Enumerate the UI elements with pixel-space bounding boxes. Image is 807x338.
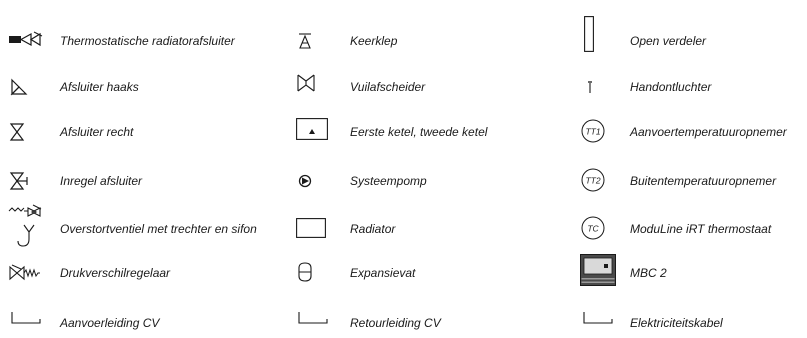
legend-item-boiler: Eerste ketel, tweede ketel — [296, 117, 536, 147]
open-distributor-icon — [584, 16, 594, 52]
legend-label: Overstortventiel met trechter en sifon — [60, 222, 257, 236]
legend-item-straight-valve: Afsluiter recht — [8, 117, 288, 147]
legend-label: Thermostatische radiatorafsluiter — [60, 34, 235, 48]
legend-label: Buitentemperatuuropnemer — [630, 174, 777, 188]
legend-label: Inregel afsluiter — [60, 174, 143, 188]
sensor-badge: TC — [587, 224, 599, 234]
legend-item-overflow-valve: Overstortventiel met trechter en sifon — [8, 204, 298, 247]
legend-item-open-distributor: Open verdeler — [578, 16, 806, 56]
legend-label: MBC 2 — [630, 266, 667, 280]
symbol-legend: Thermostatische radiatorafsluiter Afslui… — [0, 0, 807, 330]
legend-label: Drukverschilregelaar — [60, 266, 171, 280]
system-pump-icon — [298, 174, 312, 188]
dirt-separator-icon — [297, 74, 315, 92]
supply-temp-sensor-icon: TT1 — [581, 119, 605, 143]
legend-label: Elektriciteitskabel — [630, 316, 723, 330]
legend-label: ModuLine iRT thermostaat — [630, 222, 772, 236]
legend-item-thermostatic-radiator-valve: Thermostatische radiatorafsluiter — [8, 26, 288, 56]
sensor-badge: TT1 — [585, 127, 600, 137]
legend-item-expansion-vessel: Expansievat — [296, 258, 536, 288]
thermostat-icon: TC — [581, 216, 605, 240]
legend-item-dirt-separator: Vuilafscheider — [296, 72, 536, 102]
legend-label: Afsluiter haaks — [60, 80, 139, 94]
legend-item-supply-pipe: Aanvoerleiding CV — [8, 308, 288, 338]
legend-label: Keerklep — [350, 34, 398, 48]
thermostatic-radiator-valve-icon — [8, 28, 43, 54]
legend-item-return-pipe: Retourleiding CV — [296, 308, 536, 338]
check-valve-icon — [298, 33, 312, 49]
legend-item-mbc-controller: MBC 2 — [578, 254, 806, 288]
outdoor-temp-sensor-icon: TT2 — [581, 168, 605, 192]
radiator-icon — [296, 218, 326, 238]
boiler-icon — [296, 118, 328, 140]
pipe-corner-icon — [11, 311, 41, 325]
legend-label: Open verdeler — [630, 34, 707, 48]
legend-item-electricity-cable: Elektriciteitskabel — [578, 308, 806, 338]
legend-label: Handontluchter — [630, 80, 712, 94]
legend-item-manual-air-vent: Handontluchter — [578, 72, 806, 102]
legend-item-regulating-valve: Inregel afsluiter — [8, 166, 288, 196]
pipe-corner-icon — [583, 311, 613, 325]
legend-item-check-valve: Keerklep — [296, 26, 536, 56]
regulating-valve-icon — [9, 172, 32, 190]
legend-item-outdoor-temp-sensor: TT2 Buitentemperatuuropnemer — [578, 166, 806, 196]
legend-label: Eerste ketel, tweede ketel — [350, 125, 488, 139]
sensor-badge: TT2 — [585, 176, 600, 186]
manual-air-vent-icon — [587, 80, 593, 94]
legend-item-supply-temp-sensor: TT1 Aanvoertemperatuuropnemer — [578, 117, 806, 147]
legend-label: Retourleiding CV — [350, 316, 441, 330]
differential-pressure-regulator-icon — [9, 263, 41, 283]
angle-valve-icon — [10, 78, 28, 96]
legend-label: Afsluiter recht — [60, 125, 134, 139]
legend-item-thermostat: TC ModuLine iRT thermostaat — [578, 214, 806, 244]
legend-item-radiator: Radiator — [296, 214, 536, 244]
legend-label: Aanvoerleiding CV — [60, 316, 160, 330]
legend-label: Expansievat — [350, 266, 416, 280]
legend-item-system-pump: Systeempomp — [296, 166, 536, 196]
legend-label: Aanvoertemperatuuropnemer — [630, 125, 787, 139]
overflow-valve-funnel-siphon-icon — [8, 204, 42, 251]
legend-label: Vuilafscheider — [350, 80, 426, 94]
mbc-controller-icon — [580, 254, 616, 286]
legend-item-differential-pressure-regulator: Drukverschilregelaar — [8, 258, 288, 288]
expansion-vessel-icon — [298, 262, 312, 282]
pipe-corner-icon — [298, 311, 328, 325]
straight-valve-icon — [9, 123, 25, 141]
legend-label: Systeempomp — [350, 174, 427, 188]
legend-label: Radiator — [350, 222, 396, 236]
legend-item-angle-valve: Afsluiter haaks — [8, 72, 288, 102]
